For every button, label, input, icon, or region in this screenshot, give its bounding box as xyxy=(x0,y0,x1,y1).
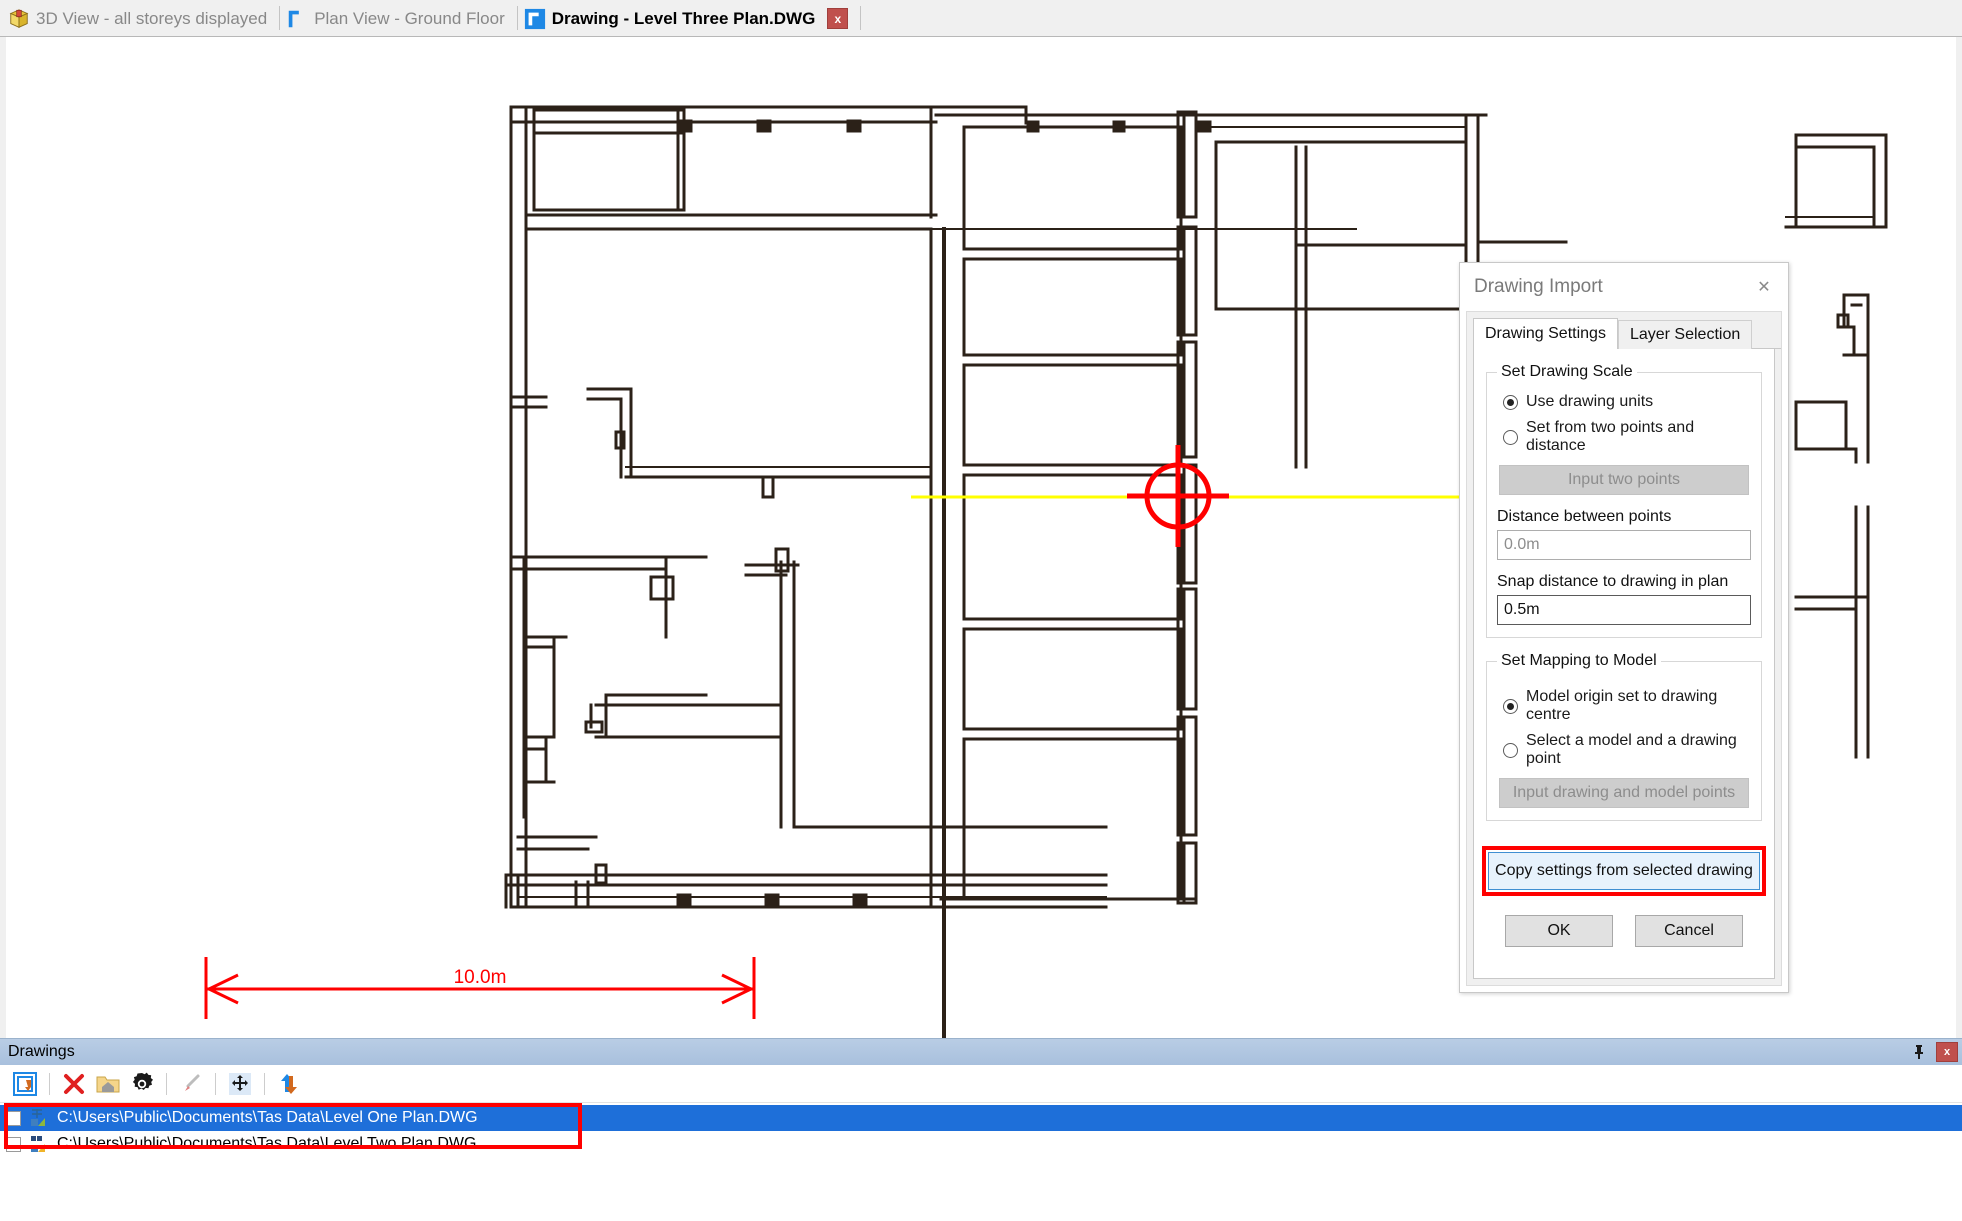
radio-use-drawing-units[interactable]: Use drawing units xyxy=(1503,393,1751,411)
radio-button-icon xyxy=(1503,742,1518,758)
export-arrows-icon[interactable] xyxy=(272,1068,306,1100)
drawings-list: C:\Users\Public\Documents\Tas Data\Level… xyxy=(0,1103,1962,1157)
dialog-button-row: OK Cancel xyxy=(1488,915,1760,947)
visibility-checkbox[interactable] xyxy=(6,1110,21,1126)
tab-layer-selection[interactable]: Layer Selection xyxy=(1617,320,1753,349)
drawing-settings-page: Set Drawing Scale Use drawing units Set … xyxy=(1473,349,1775,979)
close-icon[interactable]: ✕ xyxy=(1750,273,1778,301)
list-item[interactable]: C:\Users\Public\Documents\Tas Data\Level… xyxy=(0,1131,1962,1157)
cancel-button-label: Cancel xyxy=(1664,922,1714,939)
tab-3d-view-label: 3D View - all storeys displayed xyxy=(36,8,268,28)
radio-set-from-two-points-label: Set from two points and distance xyxy=(1526,419,1695,454)
toolbar-divider xyxy=(49,1072,50,1095)
snap-distance-label: Snap distance to drawing in plan xyxy=(1497,573,1729,590)
dialog-body: Drawing Settings Layer Selection Set Dra… xyxy=(1466,311,1782,986)
radio-button-icon xyxy=(1503,429,1518,445)
drawings-toolbar xyxy=(0,1065,1962,1103)
radio-button-icon xyxy=(1503,394,1518,410)
input-two-points-label: Input two points xyxy=(1567,471,1681,488)
origin-crosshair-icon xyxy=(1127,445,1229,547)
input-drawing-and-model-points-button: Input drawing and model points xyxy=(1499,778,1749,808)
application-window: 3D View - all storeys displayed Plan Vie… xyxy=(0,0,1962,1221)
set-drawing-scale-group: Set Drawing Scale Use drawing units Set … xyxy=(1486,363,1762,638)
panel-close-button[interactable]: x xyxy=(1936,1042,1958,1062)
ok-button[interactable]: OK xyxy=(1505,915,1613,947)
drawing-path-label: C:\Users\Public\Documents\Tas Data\Level… xyxy=(57,1135,477,1152)
distance-between-points-label: Distance between points xyxy=(1497,508,1672,525)
drawing-file-icon xyxy=(29,1134,49,1154)
set-mapping-legend: Set Mapping to Model xyxy=(1501,652,1657,669)
drawing-icon xyxy=(524,8,545,29)
folder-home-icon[interactable] xyxy=(91,1068,125,1100)
cube-icon xyxy=(9,8,29,28)
delete-drawing-icon[interactable] xyxy=(57,1068,91,1100)
toolbar-divider xyxy=(166,1072,167,1095)
distance-between-points-input[interactable]: 0.0m xyxy=(1497,530,1751,560)
dialog-titlebar: Drawing Import ✕ xyxy=(1460,263,1788,311)
copy-settings-label: Copy settings from selected drawing xyxy=(1495,862,1753,880)
pin-icon[interactable] xyxy=(1908,1041,1930,1063)
radio-set-from-two-points[interactable]: Set from two points and distance xyxy=(1503,419,1751,455)
toolbar-divider xyxy=(215,1072,216,1095)
import-drawing-icon[interactable] xyxy=(8,1068,42,1100)
move-icon[interactable] xyxy=(223,1068,257,1100)
tab-plan-view-label: Plan View - Ground Floor xyxy=(314,8,505,28)
radio-model-origin-centre[interactable]: Model origin set to drawing centre xyxy=(1503,688,1751,724)
tab-drawing-settings[interactable]: Drawing Settings xyxy=(1473,318,1618,349)
copy-settings-wrapper: Copy settings from selected drawing xyxy=(1488,852,1760,890)
settings-gear-icon[interactable] xyxy=(125,1068,159,1100)
scale-bar-label: 10.0m xyxy=(454,967,507,988)
snap-distance-value: 0.5m xyxy=(1504,601,1540,618)
tab-3d-view[interactable]: 3D View - all storeys displayed xyxy=(2,0,279,37)
radio-button-icon xyxy=(1503,698,1518,714)
tab-drawing-settings-label: Drawing Settings xyxy=(1485,325,1606,342)
radio-select-model-and-point-label: Select a model and a drawing point xyxy=(1526,732,1737,767)
tab-drawing-level-three[interactable]: Drawing - Level Three Plan.DWG x xyxy=(518,0,861,37)
tab-divider xyxy=(860,6,862,30)
snap-distance-input[interactable]: 0.5m xyxy=(1497,595,1751,625)
input-two-points-button: Input two points xyxy=(1499,465,1749,495)
input-drawing-model-points-label: Input drawing and model points xyxy=(1512,784,1736,801)
tab-plan-view[interactable]: Plan View - Ground Floor xyxy=(280,0,517,37)
plan-icon xyxy=(288,10,300,27)
ok-button-label: OK xyxy=(1547,922,1571,939)
dialog-title: Drawing Import xyxy=(1474,276,1603,297)
tab-drawing-label: Drawing - Level Three Plan.DWG xyxy=(551,8,816,28)
list-item[interactable]: C:\Users\Public\Documents\Tas Data\Level… xyxy=(0,1105,1962,1131)
view-tab-bar: 3D View - all storeys displayed Plan Vie… xyxy=(0,0,1962,37)
radio-use-drawing-units-label: Use drawing units xyxy=(1526,393,1654,410)
paintbrush-icon[interactable] xyxy=(174,1068,208,1100)
drawing-import-dialog[interactable]: Drawing Import ✕ Drawing Settings Layer … xyxy=(1459,262,1789,993)
tab-close-button[interactable]: x xyxy=(827,8,849,29)
set-mapping-to-model-group: Set Mapping to Model Model origin set to… xyxy=(1486,652,1762,821)
cancel-button[interactable]: Cancel xyxy=(1635,915,1743,947)
tab-layer-selection-label: Layer Selection xyxy=(1629,326,1741,343)
visibility-checkbox[interactable] xyxy=(6,1136,21,1152)
set-drawing-scale-legend: Set Drawing Scale xyxy=(1501,363,1633,380)
drawings-panel: Drawings x C:\Users\Public\Documents\Tas… xyxy=(0,1038,1962,1221)
copy-settings-button[interactable]: Copy settings from selected drawing xyxy=(1488,852,1760,890)
dialog-tab-strip: Drawing Settings Layer Selection xyxy=(1473,318,1781,349)
drawing-file-icon xyxy=(29,1108,49,1128)
drawings-panel-title: Drawings xyxy=(8,1043,75,1060)
drawings-panel-titlebar: Drawings x xyxy=(0,1039,1962,1065)
toolbar-divider xyxy=(264,1072,265,1095)
radio-model-origin-centre-label: Model origin set to drawing centre xyxy=(1526,688,1718,723)
drawing-path-label: C:\Users\Public\Documents\Tas Data\Level… xyxy=(57,1109,478,1126)
distance-value: 0.0m xyxy=(1504,536,1540,553)
radio-select-model-and-point[interactable]: Select a model and a drawing point xyxy=(1503,732,1751,768)
